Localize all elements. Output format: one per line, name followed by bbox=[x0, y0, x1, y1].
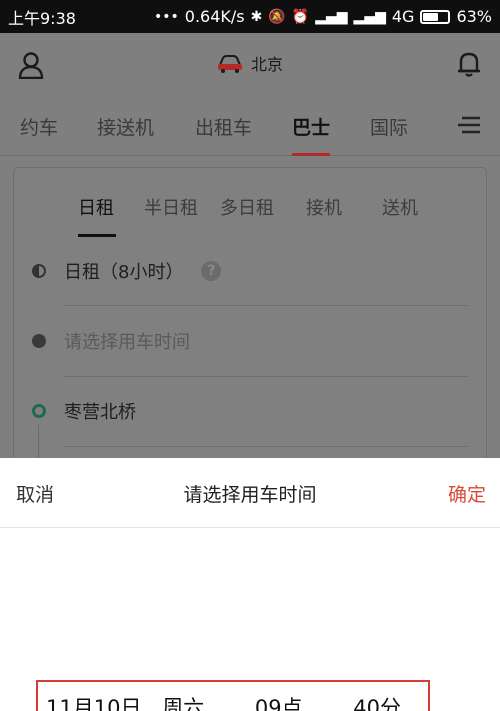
picker-selected-row[interactable]: 11月10日 周六 09点 40分 bbox=[46, 692, 401, 711]
subtab-duorizu[interactable]: 多日租 bbox=[220, 194, 274, 220]
battery-percent: 63% bbox=[456, 7, 492, 26]
more-dots-icon: ••• bbox=[154, 8, 179, 25]
half-circle-icon bbox=[32, 264, 46, 278]
picker-minute[interactable]: 40分 bbox=[353, 692, 401, 711]
subtab-jieji[interactable]: 接机 bbox=[306, 194, 342, 220]
subtab-rizu[interactable]: 日租 bbox=[78, 194, 114, 220]
alarm-icon: ⏰ bbox=[291, 8, 310, 25]
location-dot-icon bbox=[32, 404, 46, 418]
sheet-header: 取消 请选择用车时间 确定 bbox=[0, 458, 500, 528]
subtab-banrizu[interactable]: 半日租 bbox=[144, 194, 198, 220]
start-location: 枣营北桥 bbox=[64, 402, 136, 423]
network-speed: 0.64K/s bbox=[184, 7, 245, 26]
subtab-songji[interactable]: 送机 bbox=[382, 194, 418, 220]
menu-icon[interactable] bbox=[458, 115, 480, 135]
car-icon bbox=[217, 55, 242, 73]
tab-yueche[interactable]: 约车 bbox=[20, 113, 58, 140]
signal-icon: ▂▄▆ bbox=[315, 8, 348, 25]
picker-date[interactable]: 11月10日 bbox=[46, 692, 141, 711]
time-row[interactable]: 请选择用车时间 bbox=[32, 306, 482, 376]
time-picker-sheet: 取消 请选择用车时间 确定 11月10日 周六 09点 40分 bbox=[0, 458, 500, 711]
bell-icon[interactable] bbox=[456, 50, 482, 78]
app-header: 北京 bbox=[0, 33, 500, 97]
rental-type-row[interactable]: 日租（8小时） ? bbox=[32, 236, 482, 306]
tab-chuzuche[interactable]: 出租车 bbox=[195, 113, 252, 140]
status-bar: 上午9:38 ••• 0.64K/s ✱ 🔕 ⏰ ▂▄▆ ▂▄▆ 4G 63% bbox=[0, 0, 500, 33]
sheet-title: 请选择用车时间 bbox=[183, 484, 317, 506]
divider bbox=[64, 446, 468, 447]
confirm-button[interactable]: 确定 bbox=[448, 480, 486, 507]
signal-2-icon: ▂▄▆ bbox=[353, 8, 386, 25]
service-tabs: 约车 接送机 出租车 巴士 国际 bbox=[0, 97, 500, 156]
status-time: 上午9:38 bbox=[8, 8, 76, 28]
clock-icon bbox=[32, 334, 46, 348]
battery-level bbox=[423, 12, 439, 21]
help-icon[interactable]: ? bbox=[201, 261, 222, 281]
city-selector[interactable]: 北京 bbox=[0, 51, 500, 75]
mute-icon: 🔕 bbox=[268, 8, 286, 25]
rental-type-text: 日租（8小时） bbox=[64, 262, 184, 283]
tab-jiesongji[interactable]: 接送机 bbox=[97, 113, 154, 140]
time-placeholder: 请选择用车时间 bbox=[64, 332, 190, 353]
city-name: 北京 bbox=[250, 55, 283, 74]
picker-hour[interactable]: 09点 bbox=[255, 692, 303, 711]
tab-guoji[interactable]: 国际 bbox=[370, 113, 408, 140]
picker-weekday[interactable]: 周六 bbox=[162, 692, 204, 711]
active-tab-indicator bbox=[292, 153, 330, 156]
status-indicators: ••• 0.64K/s ✱ 🔕 ⏰ ▂▄▆ ▂▄▆ 4G 63% bbox=[154, 7, 492, 26]
battery-icon bbox=[420, 9, 451, 24]
tab-bashi[interactable]: 巴士 bbox=[292, 113, 330, 140]
network-type: 4G bbox=[391, 7, 415, 26]
bluetooth-icon: ✱ bbox=[250, 8, 263, 25]
start-location-row[interactable]: 枣营北桥 bbox=[32, 376, 482, 446]
